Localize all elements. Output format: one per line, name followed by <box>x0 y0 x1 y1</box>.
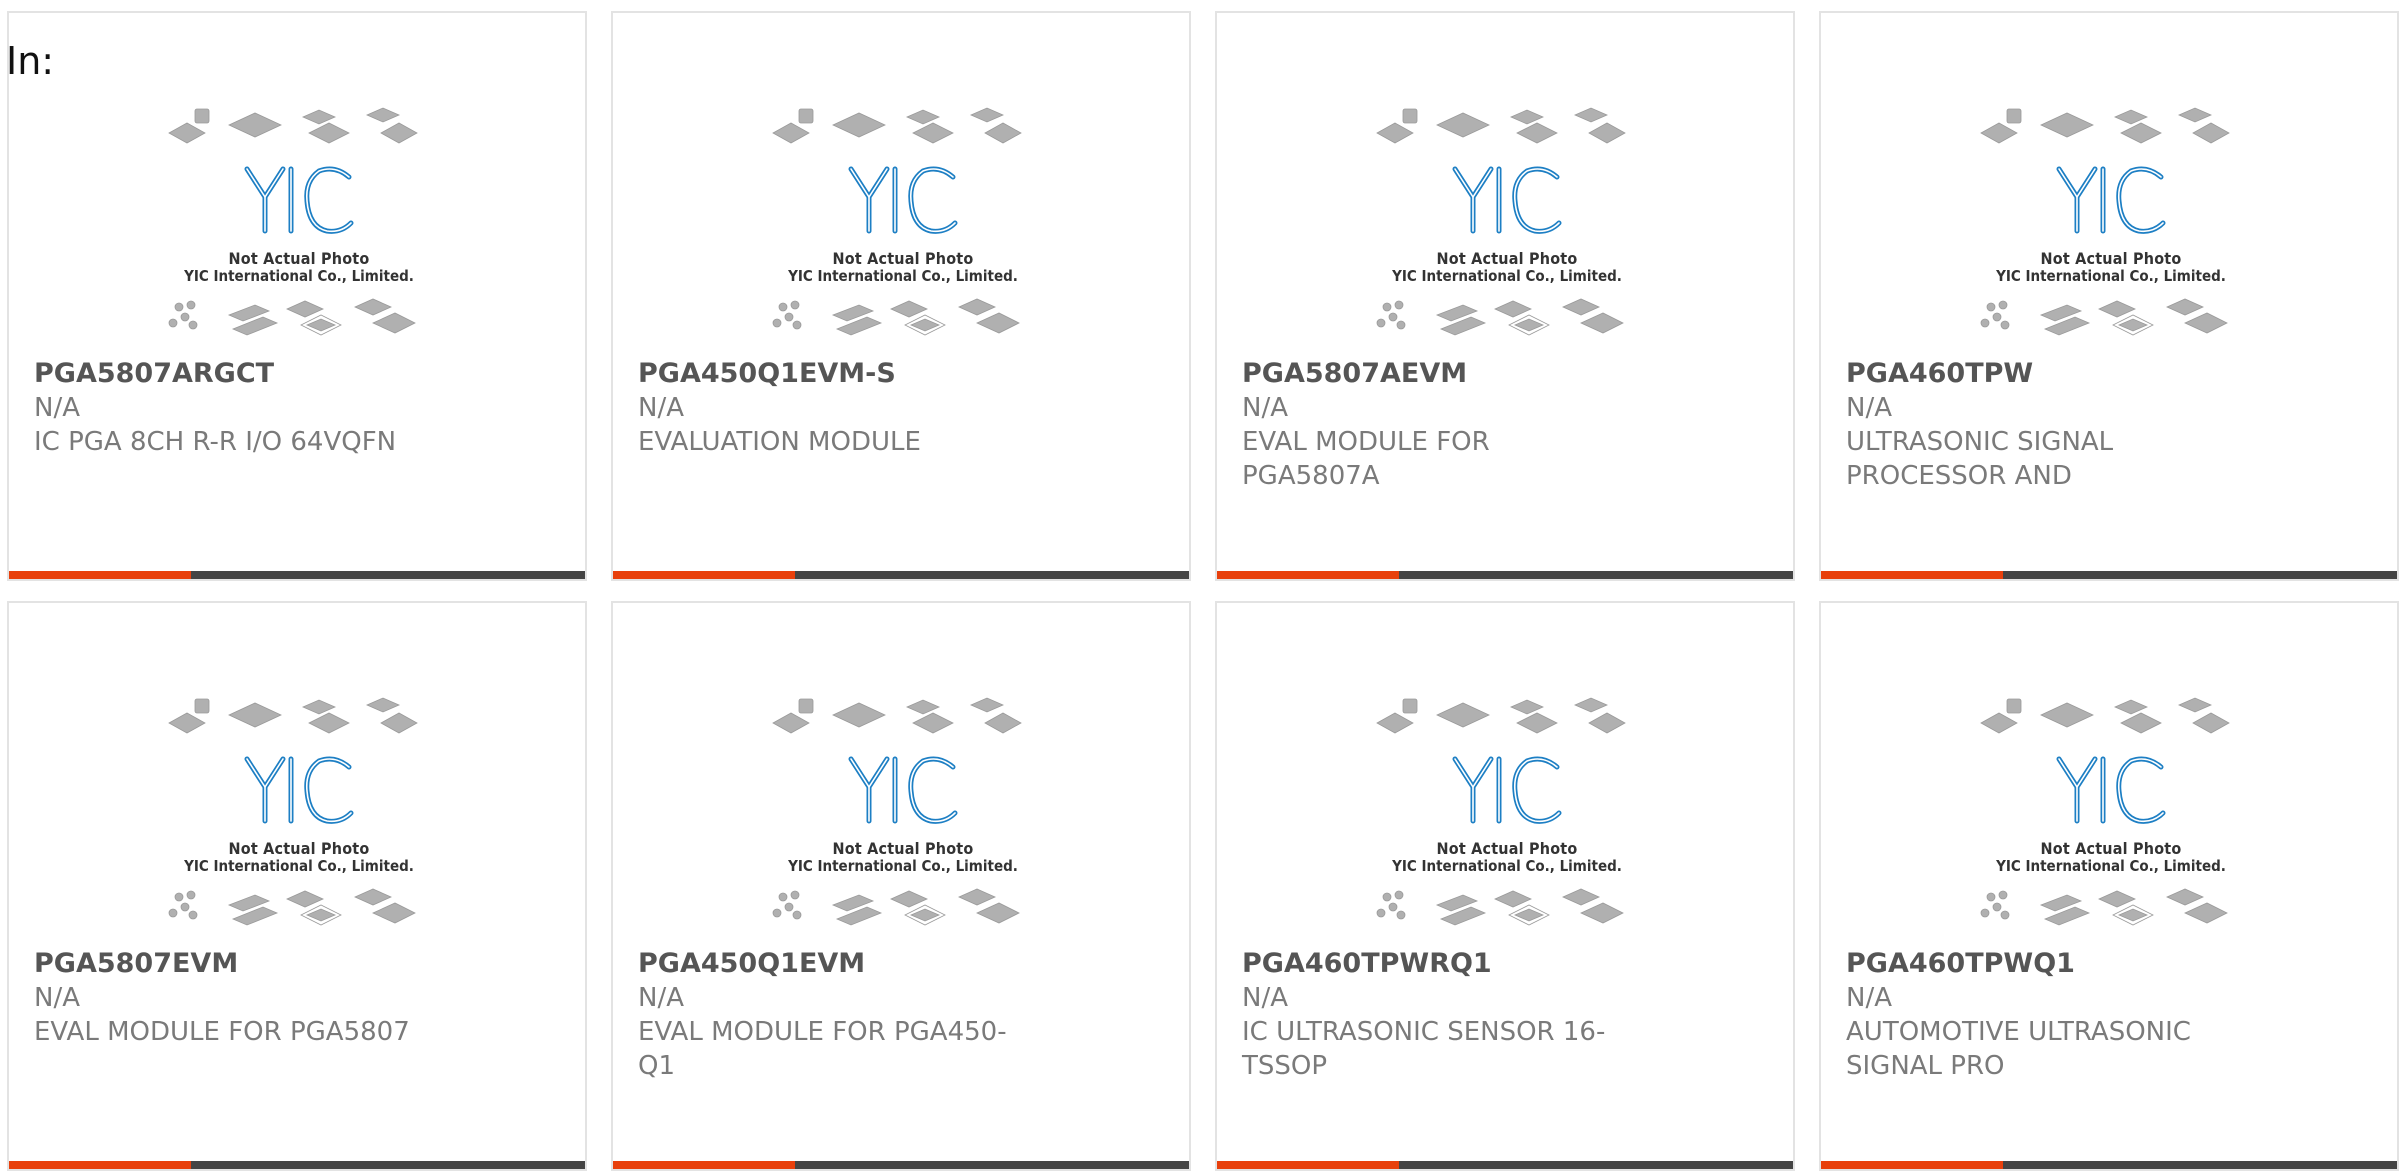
manufacturer: N/A <box>638 983 684 1013</box>
bar-dark <box>1399 1161 1793 1169</box>
product-card[interactable]: Not Actual Photo YIC International Co., … <box>1819 11 2399 581</box>
product-description: EVALUATION MODULE <box>638 427 921 457</box>
product-description: EVAL MODULE FOR PGA5807A <box>1242 427 1490 491</box>
product-photo[interactable]: Not Actual Photo YIC International Co., … <box>1367 691 1647 941</box>
manufacturer: N/A <box>638 393 684 423</box>
product-description: EVAL MODULE FOR PGA450-Q1 <box>638 1017 1007 1081</box>
product-card[interactable]: Not Actual Photo YIC International Co., … <box>1215 601 1795 1171</box>
bar-dark <box>191 1161 585 1169</box>
product-description: IC PGA 8CH R-R I/O 64VQFN <box>34 427 397 457</box>
bar-dark <box>191 571 585 579</box>
photo-caption-line2: YIC International Co., Limited. <box>1996 267 2226 285</box>
card-bottom-bar <box>613 571 1189 579</box>
photo-caption-line2: YIC International Co., Limited. <box>1392 857 1622 875</box>
product-description: EVAL MODULE FOR PGA5807 <box>34 1017 410 1047</box>
photo-caption-line1: Not Actual Photo <box>228 839 370 858</box>
part-number[interactable]: PGA450Q1EVM <box>638 947 1058 981</box>
photo-caption-line1: Not Actual Photo <box>2040 839 2182 858</box>
photo-caption-line1: Not Actual Photo <box>1436 839 1578 858</box>
bar-dark <box>795 571 1189 579</box>
part-number[interactable]: PGA450Q1EVM-S <box>638 357 1058 391</box>
bar-accent <box>9 1161 191 1169</box>
photo-caption-line2: YIC International Co., Limited. <box>1392 267 1622 285</box>
part-number[interactable]: PGA5807ARGCT <box>34 357 454 391</box>
bar-accent <box>1217 1161 1399 1169</box>
card-bottom-bar <box>613 1161 1189 1169</box>
product-card[interactable]: Not Actual Photo YIC International Co., … <box>7 11 587 581</box>
product-photo[interactable]: Not Actual Photo YIC International Co., … <box>1971 691 2251 941</box>
in-label: In: <box>6 39 55 83</box>
product-description: AUTOMOTIVE ULTRASONIC SIGNAL PRO <box>1846 1017 2191 1081</box>
product-description: IC ULTRASONIC SENSOR 16-TSSOP <box>1242 1017 1606 1081</box>
bar-dark <box>1399 571 1793 579</box>
photo-caption-line2: YIC International Co., Limited. <box>1996 857 2226 875</box>
product-photo[interactable]: Not Actual Photo YIC International Co., … <box>763 101 1043 351</box>
product-card[interactable]: Not Actual Photo YIC International Co., … <box>611 601 1191 1171</box>
product-info: PGA5807ARGCT N/A IC PGA 8CH R-R I/O 64VQ… <box>34 357 454 459</box>
product-photo[interactable]: Not Actual Photo YIC International Co., … <box>1367 101 1647 351</box>
bar-dark <box>2003 571 2397 579</box>
product-card[interactable]: Not Actual Photo YIC International Co., … <box>7 601 587 1171</box>
product-info: PGA460TPW N/A ULTRASONIC SIGNAL PROCESSO… <box>1846 357 2266 493</box>
product-info: PGA460TPWQ1 N/A AUTOMOTIVE ULTRASONIC SI… <box>1846 947 2266 1083</box>
part-number[interactable]: PGA460TPW <box>1846 357 2266 391</box>
product-card[interactable]: Not Actual Photo YIC International Co., … <box>1819 601 2399 1171</box>
product-photo[interactable]: Not Actual Photo YIC International Co., … <box>159 691 439 941</box>
product-info: PGA460TPWRQ1 N/A IC ULTRASONIC SENSOR 16… <box>1242 947 1662 1083</box>
photo-caption-line1: Not Actual Photo <box>832 249 974 268</box>
manufacturer: N/A <box>1242 393 1288 423</box>
photo-caption-line2: YIC International Co., Limited. <box>788 857 1018 875</box>
part-number[interactable]: PGA5807AEVM <box>1242 357 1662 391</box>
bar-accent <box>613 571 795 579</box>
manufacturer: N/A <box>1242 983 1288 1013</box>
card-bottom-bar <box>1217 1161 1793 1169</box>
card-bottom-bar <box>1821 1161 2397 1169</box>
card-bottom-bar <box>1217 571 1793 579</box>
product-info: PGA5807AEVM N/A EVAL MODULE FOR PGA5807A <box>1242 357 1662 493</box>
bar-dark <box>795 1161 1189 1169</box>
manufacturer: N/A <box>34 983 80 1013</box>
photo-caption-line1: Not Actual Photo <box>2040 249 2182 268</box>
product-photo[interactable]: Not Actual Photo YIC International Co., … <box>159 101 439 351</box>
photo-caption-line2: YIC International Co., Limited. <box>788 267 1018 285</box>
product-info: PGA450Q1EVM-S N/A EVALUATION MODULE <box>638 357 1058 459</box>
product-info: PGA450Q1EVM N/A EVAL MODULE FOR PGA450-Q… <box>638 947 1058 1083</box>
bar-accent <box>9 571 191 579</box>
card-bottom-bar <box>9 571 585 579</box>
bar-dark <box>2003 1161 2397 1169</box>
photo-caption-line1: Not Actual Photo <box>228 249 370 268</box>
photo-caption-line2: YIC International Co., Limited. <box>184 267 414 285</box>
product-card[interactable]: Not Actual Photo YIC International Co., … <box>611 11 1191 581</box>
photo-caption-line2: YIC International Co., Limited. <box>184 857 414 875</box>
product-card[interactable]: Not Actual Photo YIC International Co., … <box>1215 11 1795 581</box>
part-number[interactable]: PGA5807EVM <box>34 947 454 981</box>
manufacturer: N/A <box>34 393 80 423</box>
manufacturer: N/A <box>1846 393 1892 423</box>
card-bottom-bar <box>9 1161 585 1169</box>
bar-accent <box>1217 571 1399 579</box>
part-number[interactable]: PGA460TPWQ1 <box>1846 947 2266 981</box>
product-info: PGA5807EVM N/A EVAL MODULE FOR PGA5807 <box>34 947 454 1049</box>
bar-accent <box>613 1161 795 1169</box>
product-photo[interactable]: Not Actual Photo YIC International Co., … <box>1971 101 2251 351</box>
manufacturer: N/A <box>1846 983 1892 1013</box>
bar-accent <box>1821 1161 2003 1169</box>
bar-accent <box>1821 571 2003 579</box>
photo-caption-line1: Not Actual Photo <box>832 839 974 858</box>
part-number[interactable]: PGA460TPWRQ1 <box>1242 947 1662 981</box>
card-bottom-bar <box>1821 571 2397 579</box>
product-description: ULTRASONIC SIGNAL PROCESSOR AND <box>1846 427 2114 491</box>
photo-caption-line1: Not Actual Photo <box>1436 249 1578 268</box>
product-photo[interactable]: Not Actual Photo YIC International Co., … <box>763 691 1043 941</box>
product-grid: Not Actual Photo YIC International Co., … <box>7 11 2399 1171</box>
